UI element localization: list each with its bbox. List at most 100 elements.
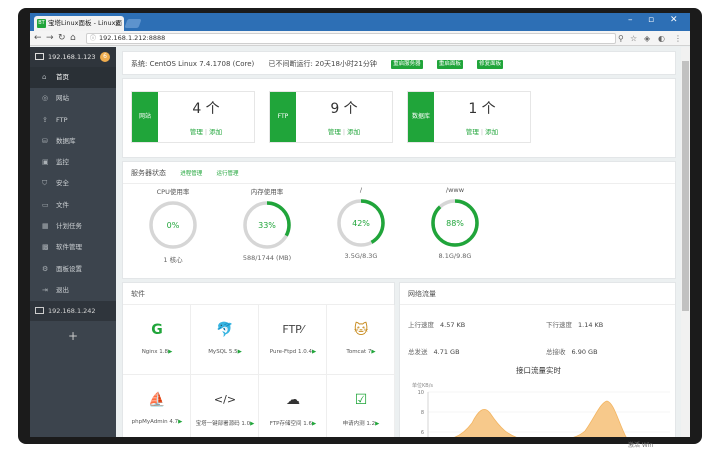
software-name[interactable]: 申请内测 1.2▶ (327, 419, 395, 427)
y-tick: 8 (421, 410, 424, 416)
software-item[interactable]: 🐱 Tomcat 7▶ (327, 305, 395, 375)
reload-icon[interactable]: ↻ (58, 32, 66, 45)
add-server-button[interactable]: + (30, 329, 116, 343)
software-item[interactable]: G Nginx 1.8▶ (123, 305, 191, 375)
sidebar-item-logout[interactable]: ⇥ 退出 (30, 280, 116, 301)
gauge-value: 88% (446, 219, 464, 228)
software-item[interactable]: ⛵ phpMyAdmin 4.7▶ (123, 375, 191, 437)
play-icon[interactable]: ▶ (178, 419, 182, 425)
tab-title: 宝塔Linux面板 - Linux面 (48, 19, 123, 27)
gauge-title: /www (445, 186, 465, 194)
stat-websites: 网站 4 个 管理 | 添加 (131, 91, 255, 143)
software-item[interactable]: ☑ 申请内测 1.2▶ (327, 375, 395, 437)
close-tab-icon[interactable]: × (114, 16, 121, 31)
database-icon: ⛁ (42, 136, 48, 145)
status-title: 服务器状态 (131, 169, 166, 177)
forward-icon[interactable]: → (46, 32, 54, 45)
play-icon[interactable]: ▶ (250, 421, 254, 427)
total-sent: 总发送 4.71 GB (408, 348, 460, 356)
play-icon[interactable]: ▶ (238, 349, 242, 355)
traffic-chart: 单位KB/s 10 8 6 (412, 382, 670, 437)
sidebar-item-monitor[interactable]: ▣ 监控 (30, 152, 116, 173)
software-name[interactable]: MySQL 5.5▶ (191, 349, 259, 355)
manage-link[interactable]: 管理 (328, 128, 341, 136)
gauge-detail: 8.1G/9.8G (438, 252, 472, 260)
software-item[interactable]: FTP⁄ Pure-Ftpd 1.0.4▶ (259, 305, 327, 375)
home-nav-icon[interactable]: ⌂ (70, 32, 76, 45)
add-link[interactable]: 添加 (209, 128, 222, 136)
restart-panel-button[interactable]: 重启面板 (436, 59, 463, 69)
star-icon[interactable]: ☆ (630, 32, 637, 45)
search-icon[interactable]: ⚲ (618, 32, 624, 45)
sidebar-item-label: 监控 (56, 158, 69, 167)
repair-panel-button[interactable]: 修复面板 (477, 59, 504, 69)
sidebar-item-cron[interactable]: ▦ 计划任务 (30, 216, 116, 237)
sidebar-item-label: 计划任务 (56, 222, 82, 231)
run-manage-link[interactable]: 运行管理 (216, 171, 238, 177)
manage-link[interactable]: 管理 (466, 128, 479, 136)
monitor-icon: ▣ (42, 158, 49, 167)
stat-database: 数据库 1 个 管理 | 添加 (407, 91, 531, 143)
extension-icon[interactable]: ◈ (644, 32, 650, 45)
software-item[interactable]: </> 宝塔一键部署源码 1.0▶ (191, 375, 259, 437)
globe-icon: ◎ (42, 94, 49, 103)
add-link[interactable]: 添加 (347, 128, 360, 136)
menu-icon[interactable]: ⋮ (674, 32, 682, 45)
chart-unit: 单位KB/s (412, 382, 433, 389)
new-tab-button[interactable] (124, 19, 142, 28)
sidebar-item-files[interactable]: ▭ 文件 (30, 195, 116, 216)
software-name[interactable]: FTP存储空间 1.6▶ (259, 419, 327, 427)
gauge-0: CPU使用率 0% 1 核心 (133, 186, 213, 264)
sidebar-item-label: 退出 (56, 285, 69, 294)
url-input[interactable]: ⓘ 192.168.1.212:8888 (86, 33, 616, 44)
add-link[interactable]: 添加 (485, 128, 498, 136)
stat-count: 4 个 (192, 101, 220, 117)
browser-tab[interactable]: BT 宝塔Linux面板 - Linux面 × (34, 16, 124, 31)
process-manage-link[interactable]: 进程管理 (180, 171, 202, 177)
maximize-icon[interactable]: ▫ (648, 15, 654, 25)
software-name[interactable]: Tomcat 7▶ (327, 349, 395, 355)
page-scrollbar[interactable] (681, 47, 690, 437)
mysql-icon: 🐬 (216, 322, 234, 338)
stat-label: FTP (270, 92, 296, 142)
shield-icon: ⛉ (42, 179, 48, 188)
restart-server-button[interactable]: 重启服务器 (391, 59, 423, 69)
uptime-info: 已不间断运行: 20天18小时21分钟 (268, 60, 377, 68)
play-icon[interactable]: ▶ (312, 421, 316, 427)
software-name[interactable]: Nginx 1.8▶ (123, 349, 191, 355)
manage-link[interactable]: 管理 (190, 128, 203, 136)
server-selector[interactable]: 192.168.1.123 6 (30, 47, 116, 67)
gauge-title: / (359, 186, 363, 194)
software-item[interactable]: ☁ FTP存储空间 1.6▶ (259, 375, 327, 437)
server2-ip: 192.168.1.242 (48, 307, 96, 316)
play-icon[interactable]: ▶ (375, 421, 379, 427)
gauge-ring: 33% (243, 201, 291, 249)
software-name[interactable]: phpMyAdmin 4.7▶ (123, 419, 191, 425)
sidebar-item-settings[interactable]: ⚙ 面板设置 (30, 259, 116, 280)
sidebar-item-website[interactable]: ◎ 网站 (30, 88, 116, 109)
back-icon[interactable]: ← (34, 32, 42, 45)
server-ip: 192.168.1.123 (48, 53, 96, 61)
browser-window: BT 宝塔Linux面板 - Linux面 × – ▫ ✕ ← → ↻ ⌂ ⓘ … (30, 13, 690, 437)
extension2-icon[interactable]: ◐ (658, 32, 665, 45)
sidebar-item-software[interactable]: ▩ 软件管理 (30, 237, 116, 258)
sidebar-item-security[interactable]: ⛉ 安全 (30, 173, 116, 194)
sidebar-item-home[interactable]: ⌂ 首页 (30, 67, 116, 89)
play-icon[interactable]: ▶ (371, 349, 375, 355)
software-item[interactable]: 🐬 MySQL 5.5▶ (191, 305, 259, 375)
scroll-thumb[interactable] (682, 61, 689, 311)
close-window-icon[interactable]: ✕ (670, 15, 678, 25)
grid-icon: ▩ (42, 243, 49, 252)
sidebar-item-database[interactable]: ⛁ 数据库 (30, 131, 116, 152)
monitor-icon (35, 307, 44, 315)
software-name[interactable]: 宝塔一键部署源码 1.0▶ (191, 419, 259, 427)
notification-badge[interactable]: 6 (100, 52, 110, 62)
play-icon[interactable]: ▶ (168, 349, 172, 355)
sidebar-item-ftp[interactable]: ⇪ FTP (30, 110, 116, 131)
gauge-title: CPU使用率 (156, 188, 190, 196)
minimize-icon[interactable]: – (628, 15, 633, 25)
software-name[interactable]: Pure-Ftpd 1.0.4▶ (259, 349, 327, 355)
play-icon[interactable]: ▶ (312, 349, 316, 355)
monitor-icon (35, 53, 44, 60)
server-selector-2[interactable]: 192.168.1.242 (30, 301, 116, 322)
